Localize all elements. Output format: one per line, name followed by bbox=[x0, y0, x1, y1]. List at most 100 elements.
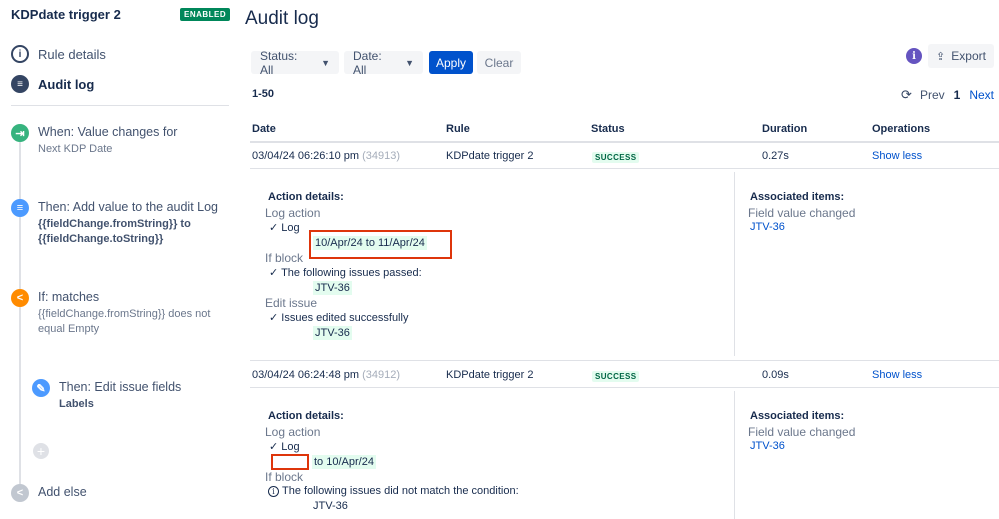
export-label: Export bbox=[951, 49, 986, 63]
row2-duration: 0.09s bbox=[762, 369, 789, 381]
step-edit-sub: Labels bbox=[59, 398, 94, 410]
row-divider bbox=[250, 360, 999, 361]
row1-rule: KDPdate trigger 2 bbox=[446, 150, 534, 162]
row1-log-section: Log action bbox=[265, 206, 321, 220]
row1-date-value: 03/04/24 06:26:10 pm bbox=[252, 150, 360, 162]
row1-assoc-heading: Associated items: bbox=[750, 191, 845, 203]
step-trigger-sub: Next KDP Date bbox=[38, 143, 113, 155]
nav-rule-details[interactable]: i Rule details bbox=[11, 45, 106, 63]
pagination: ⟳ Prev 1 Next bbox=[901, 87, 994, 103]
step-edit-title: Then: Edit issue fields bbox=[59, 380, 182, 394]
step-if-sub1: {{fieldChange.fromString}} does not bbox=[38, 308, 211, 320]
step-if-matches[interactable]: < If: matches {{fieldChange.fromString}}… bbox=[11, 289, 226, 337]
step-if-sub2: equal Empty bbox=[38, 323, 100, 335]
info-circle-icon: i bbox=[268, 485, 279, 497]
export-button[interactable]: ⇪ Export bbox=[928, 44, 994, 68]
step-trigger-title: When: Value changes for bbox=[38, 125, 178, 139]
row1-status-badge: SUCCESS bbox=[592, 152, 640, 163]
row2-status-badge: SUCCESS bbox=[592, 371, 640, 382]
pencil-icon: ✎ bbox=[32, 379, 50, 397]
step-audit-sub1: {{fieldChange.fromString}} to bbox=[38, 218, 191, 230]
row2-date-value: 03/04/24 06:24:48 pm bbox=[252, 369, 360, 381]
row2-show-less-link[interactable]: Show less bbox=[872, 369, 922, 381]
step-trigger[interactable]: ⇥ When: Value changes for Next KDP Date bbox=[11, 124, 226, 157]
date-filter-label: Date: All bbox=[353, 48, 382, 77]
current-page: 1 bbox=[953, 88, 961, 102]
add-action-icon[interactable]: + bbox=[33, 443, 49, 459]
info-icon[interactable]: i bbox=[906, 48, 922, 64]
col-status: Status bbox=[591, 123, 625, 135]
row1-assoc-issue-link[interactable]: JTV-36 bbox=[750, 221, 785, 233]
rule-title: KDPdate trigger 2 bbox=[11, 7, 121, 22]
row2-if-line-text: The following issues did not match the c… bbox=[282, 485, 519, 497]
step-audit-log[interactable]: ≡ Then: Add value to the audit Log {{fie… bbox=[11, 199, 226, 247]
refresh-icon[interactable]: ⟳ bbox=[901, 87, 912, 103]
row2-log-value: to 10/Apr/24 bbox=[312, 455, 376, 469]
enabled-badge[interactable]: ENABLED bbox=[180, 8, 231, 21]
row1-show-less-link[interactable]: Show less bbox=[872, 150, 922, 162]
row2-assoc-issue-link[interactable]: JTV-36 bbox=[750, 440, 785, 452]
row-divider bbox=[250, 387, 999, 388]
apply-button[interactable]: Apply bbox=[429, 51, 473, 74]
branch-icon: < bbox=[11, 289, 29, 307]
status-filter[interactable]: Status: All ▼ bbox=[251, 48, 339, 77]
prev-page[interactable]: Prev bbox=[920, 88, 945, 102]
row2-if-line: i The following issues did not match the… bbox=[268, 485, 519, 497]
list-icon: ≡ bbox=[11, 75, 29, 93]
col-rule: Rule bbox=[446, 123, 470, 135]
nav-rule-details-label: Rule details bbox=[38, 46, 106, 62]
row1-action-heading: Action details: bbox=[268, 191, 344, 203]
chevron-down-icon: ▼ bbox=[405, 57, 414, 68]
highlight-box bbox=[271, 454, 309, 470]
trigger-icon: ⇥ bbox=[11, 124, 29, 142]
step-add-else[interactable]: < Add else bbox=[11, 484, 226, 502]
row1-if-line: ✓ The following issues passed: bbox=[269, 267, 422, 279]
row1-date: 03/04/24 06:26:10 pm (34913) bbox=[252, 150, 400, 162]
document-icon: ≡ bbox=[11, 199, 29, 217]
row1-edit-issue[interactable]: JTV-36 bbox=[313, 326, 352, 340]
result-range: 1-50 bbox=[252, 88, 275, 100]
row1-if-section: If block bbox=[265, 251, 304, 265]
step-audit-sub2: {{fieldChange.toString}} bbox=[38, 233, 164, 245]
clear-button[interactable]: Clear bbox=[477, 51, 521, 74]
nav-audit-log-label: Audit log bbox=[38, 76, 95, 92]
row2-rule: KDPdate trigger 2 bbox=[446, 369, 534, 381]
row-divider bbox=[250, 168, 999, 169]
col-operations: Operations bbox=[872, 123, 931, 135]
row1-id: (34913) bbox=[362, 150, 401, 162]
col-duration: Duration bbox=[762, 123, 808, 135]
step-if-title: If: matches bbox=[38, 290, 100, 304]
row2-log-section: Log action bbox=[265, 425, 321, 439]
col-date: Date bbox=[252, 123, 276, 135]
chevron-down-icon: ▼ bbox=[321, 57, 330, 68]
row2-id: (34912) bbox=[362, 369, 401, 381]
row1-if-issue[interactable]: JTV-36 bbox=[313, 281, 352, 295]
highlight-box bbox=[309, 230, 452, 259]
details-divider bbox=[734, 172, 735, 356]
row1-edit-section: Edit issue bbox=[265, 296, 318, 310]
row2-assoc-label: Field value changed bbox=[748, 425, 856, 439]
row2-log-label: ✓ Log bbox=[269, 441, 300, 453]
row2-date: 03/04/24 06:24:48 pm (34912) bbox=[252, 369, 400, 381]
row2-if-section: If block bbox=[265, 470, 304, 484]
step-audit-title: Then: Add value to the audit Log bbox=[38, 200, 218, 214]
header-divider bbox=[250, 141, 999, 143]
row1-edit-line: ✓ Issues edited successfully bbox=[269, 312, 409, 324]
step-edit-issue[interactable]: ✎ Then: Edit issue fields Labels bbox=[32, 379, 222, 412]
step-add-else-title: Add else bbox=[38, 485, 87, 499]
next-page[interactable]: Next bbox=[969, 88, 994, 102]
rule-sidebar: KDPdate trigger 2 ENABLED i Rule details… bbox=[0, 0, 232, 519]
status-filter-label: Status: All bbox=[260, 48, 298, 77]
row2-assoc-heading: Associated items: bbox=[750, 410, 845, 422]
row1-log-label: ✓ Log bbox=[269, 222, 300, 234]
export-icon: ⇪ bbox=[936, 50, 946, 63]
date-filter[interactable]: Date: All ▼ bbox=[344, 48, 423, 77]
page-title: Audit log bbox=[245, 8, 319, 29]
sidebar-divider bbox=[11, 105, 229, 106]
info-icon: i bbox=[11, 45, 29, 63]
nav-audit-log[interactable]: ≡ Audit log bbox=[11, 75, 94, 93]
row1-assoc-label: Field value changed bbox=[748, 206, 856, 220]
row1-duration: 0.27s bbox=[762, 150, 789, 162]
branch-icon: < bbox=[11, 484, 29, 502]
row2-if-issue[interactable]: JTV-36 bbox=[313, 500, 348, 512]
